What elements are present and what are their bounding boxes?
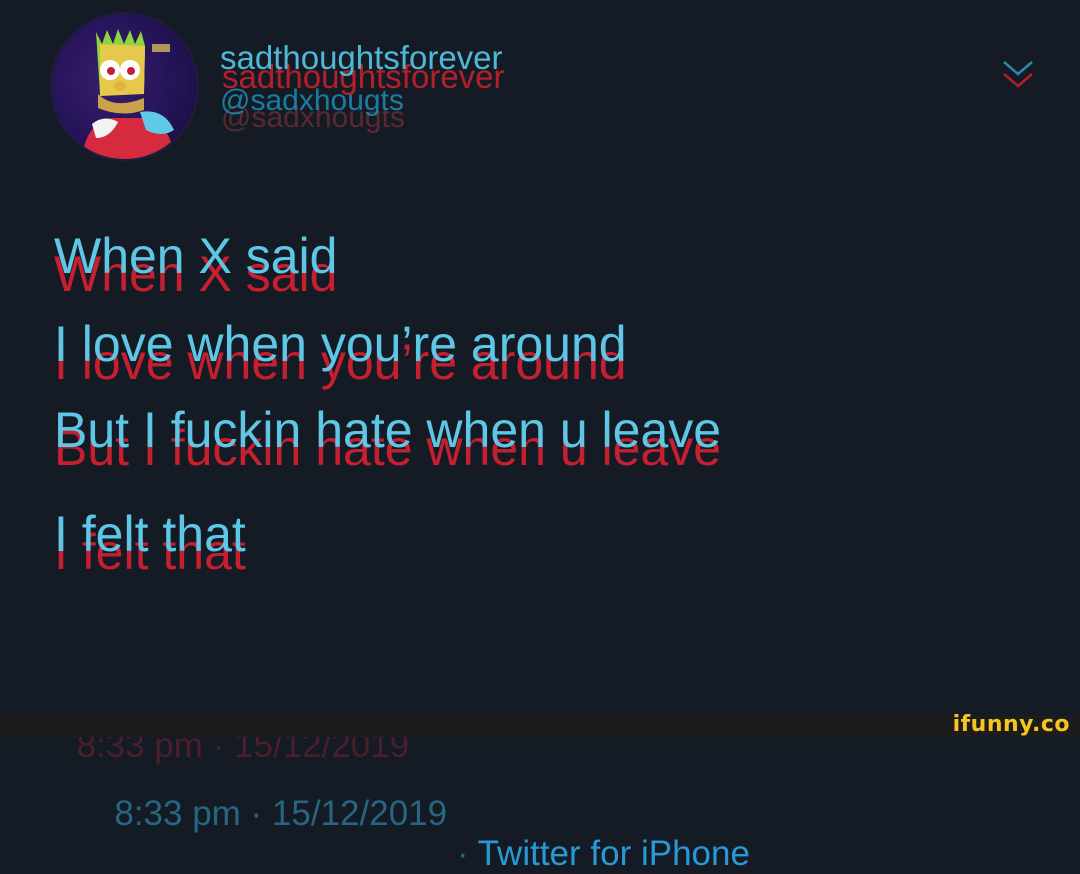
display-name[interactable]: sadthoughtsforever sadthoughtsforever [220, 38, 505, 95]
tweet-line-text: But I fuckin hate when u leave [54, 402, 722, 458]
tweet-timestamp[interactable]: 8:33 pm · 15/12/2019 [114, 794, 447, 833]
tweet-line-text: When X said [54, 228, 338, 284]
watermark-bar: ifunny.co [0, 712, 1080, 737]
bart-simpson-avatar-icon [82, 29, 174, 159]
tweet-meta: 8:33 pm · 15/12/2019 8:33 pm · 15/12/201… [56, 674, 750, 874]
user-handle-text: @sadxhougts [220, 84, 404, 117]
tweet-source-link[interactable]: Twitter for iPhone [478, 834, 750, 873]
tweet-line-3: But I fuckin hate when u leave But I fuc… [54, 402, 722, 476]
tweet-line-text: I love when you’re around [54, 316, 627, 372]
tweet-line-1: When X said When X said [54, 228, 338, 302]
display-name-text: sadthoughtsforever [220, 39, 503, 76]
user-handle[interactable]: @sadxhougts @sadxhougts [220, 83, 405, 134]
tweet-line-2: I love when you’re around I love when yo… [54, 316, 627, 390]
ifunny-watermark: ifunny.co [952, 712, 1070, 737]
tweet-menu-button[interactable] [998, 50, 1038, 94]
chevron-down-icon [1003, 61, 1033, 88]
tweet-line-text: I felt that [54, 506, 246, 562]
avatar[interactable] [52, 14, 197, 159]
meta-separator: · [447, 834, 478, 873]
tweet-line-4: I felt that I felt that [54, 506, 246, 580]
